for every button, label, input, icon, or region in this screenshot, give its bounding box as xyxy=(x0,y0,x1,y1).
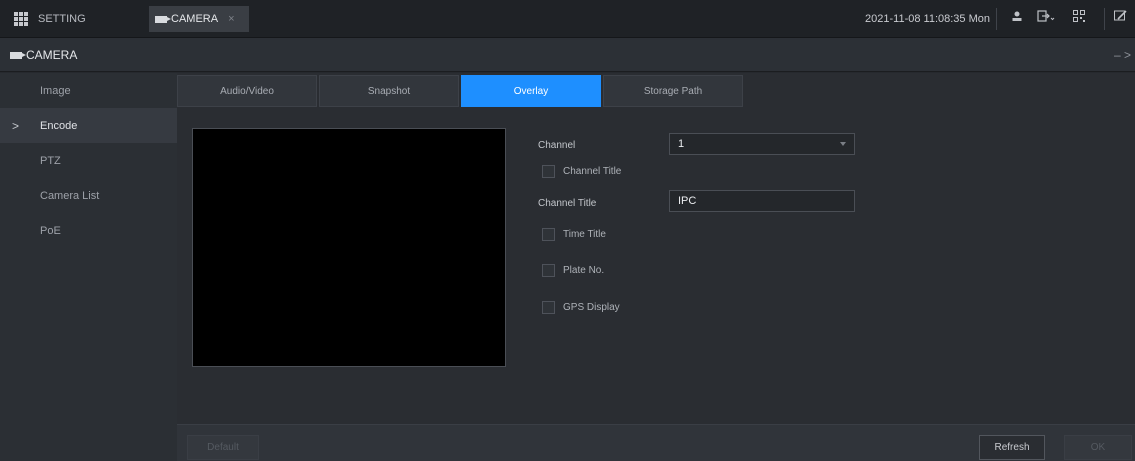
chevron-right-icon: > xyxy=(12,118,20,133)
channel-select[interactable]: 1 xyxy=(669,133,855,155)
footer-bar: Default Refresh OK xyxy=(177,424,1135,461)
time-title-checkbox[interactable] xyxy=(542,228,555,241)
sidebar-item-image[interactable]: Image xyxy=(0,73,177,108)
tab-storage-path[interactable]: Storage Path xyxy=(603,75,743,107)
plate-no-checkbox[interactable] xyxy=(542,264,555,277)
divider xyxy=(996,8,997,30)
channel-title-checkbox[interactable] xyxy=(542,165,555,178)
channel-title-input[interactable]: IPC xyxy=(669,190,855,212)
ok-button[interactable]: OK xyxy=(1064,435,1132,460)
checkbox-label: Channel Title xyxy=(563,166,622,177)
sidebar-item-label: Camera List xyxy=(40,189,100,202)
sidebar-item-poe[interactable]: PoE xyxy=(0,213,177,248)
chevron-down-icon xyxy=(840,142,846,146)
close-tab-icon[interactable]: × xyxy=(228,13,234,25)
top-bar: SETTING CAMERA × 2021-11-08 11:08:35 Mon xyxy=(0,0,1135,38)
user-icon[interactable] xyxy=(1011,10,1023,25)
video-preview[interactable] xyxy=(192,128,506,367)
tab-camera[interactable]: CAMERA × xyxy=(149,6,249,32)
page-title: CAMERA xyxy=(10,48,77,62)
logout-icon[interactable] xyxy=(1037,10,1055,25)
gps-display-option[interactable]: GPS Display xyxy=(542,301,620,314)
checkbox-label: Plate No. xyxy=(563,265,605,276)
encode-tabs: Audio/Video Snapshot Overlay Storage Pat… xyxy=(177,75,745,108)
channel-label: Channel xyxy=(538,140,576,151)
checkbox-label: Time Title xyxy=(563,229,606,240)
channel-select-value: 1 xyxy=(678,138,685,150)
camera-icon xyxy=(155,15,171,23)
grid-menu-icon xyxy=(14,12,28,26)
time-title-option[interactable]: Time Title xyxy=(542,228,606,241)
channel-title-option[interactable]: Channel Title xyxy=(542,165,621,178)
checkbox-label: GPS Display xyxy=(563,302,620,313)
default-button[interactable]: Default xyxy=(187,435,259,460)
camera-header-bar: CAMERA – > xyxy=(0,38,1135,72)
sidebar-item-label: PTZ xyxy=(40,154,61,167)
channel-title-label: Channel Title xyxy=(538,198,597,209)
camera-icon xyxy=(10,51,26,59)
refresh-button[interactable]: Refresh xyxy=(979,435,1045,460)
qr-code-icon[interactable] xyxy=(1073,10,1085,25)
channel-title-value: IPC xyxy=(678,195,697,207)
sidebar-item-label: Encode xyxy=(40,119,78,132)
main-panel: Audio/Video Snapshot Overlay Storage Pat… xyxy=(177,73,1135,461)
tab-setting-label: SETTING xyxy=(38,13,86,25)
page-title-label: CAMERA xyxy=(26,48,78,62)
tab-overlay[interactable]: Overlay xyxy=(461,75,601,107)
plate-no-option[interactable]: Plate No. xyxy=(542,264,604,277)
sidebar-item-label: Image xyxy=(40,84,71,97)
monitor-edit-icon[interactable] xyxy=(1114,10,1127,26)
sidebar: Image > Encode PTZ Camera List PoE xyxy=(0,73,177,461)
sidebar-item-camera-list[interactable]: Camera List xyxy=(0,178,177,213)
divider xyxy=(1104,8,1105,30)
sidebar-item-ptz[interactable]: PTZ xyxy=(0,143,177,178)
minimize-icon[interactable]: – > xyxy=(1114,48,1131,62)
gps-display-checkbox[interactable] xyxy=(542,301,555,314)
sidebar-item-label: PoE xyxy=(40,224,61,237)
tab-camera-label: CAMERA xyxy=(171,13,219,25)
system-datetime: 2021-11-08 11:08:35 Mon xyxy=(865,13,990,25)
sidebar-item-encode[interactable]: > Encode xyxy=(0,108,177,143)
tab-audio-video[interactable]: Audio/Video xyxy=(177,75,317,107)
tab-snapshot[interactable]: Snapshot xyxy=(319,75,459,107)
tab-setting[interactable]: SETTING xyxy=(14,6,86,32)
